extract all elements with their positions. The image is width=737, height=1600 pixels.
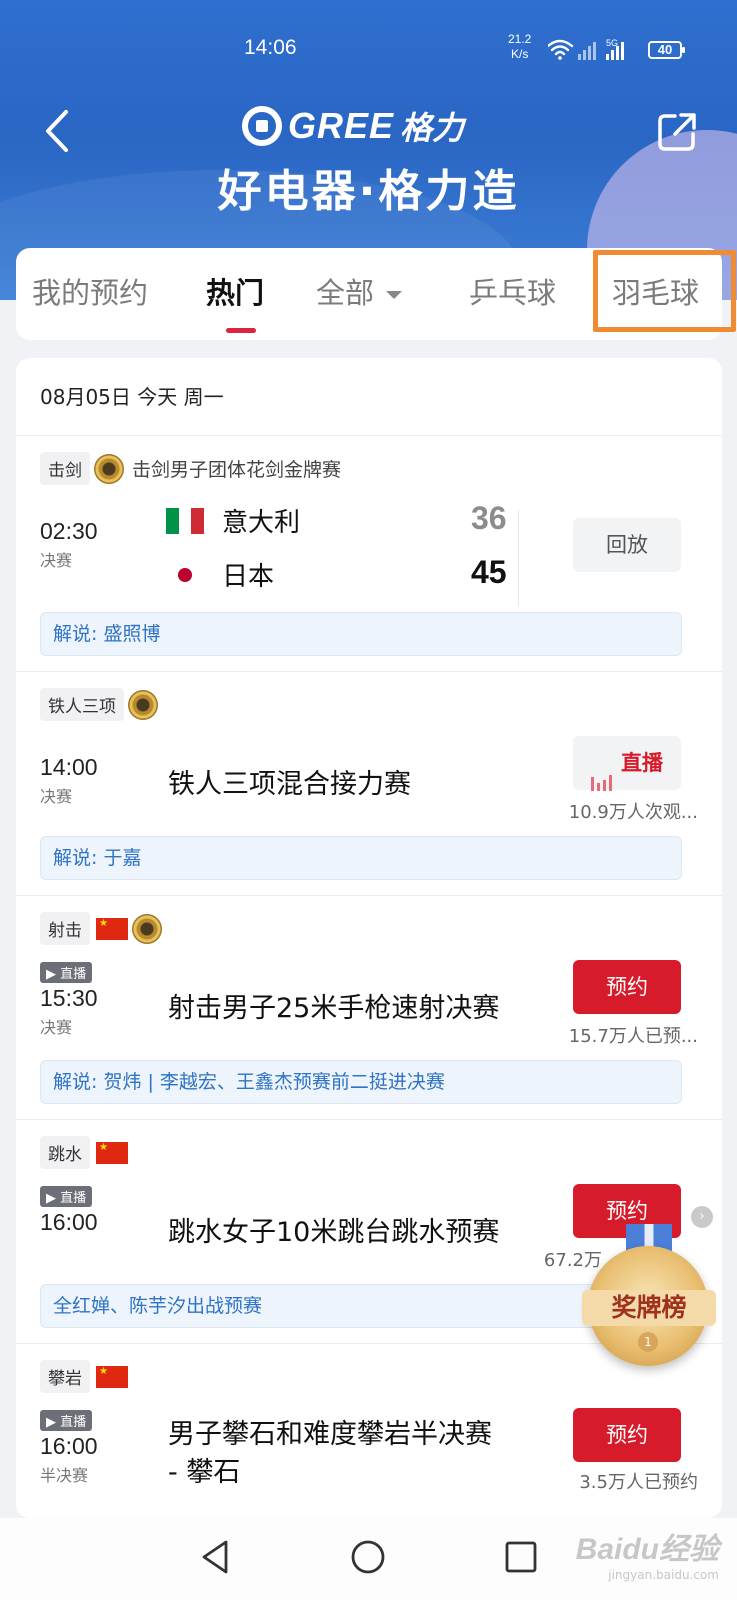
china-flag-icon: [96, 1141, 128, 1164]
match-time: 02:30: [40, 518, 98, 544]
sport-tag: 攀岩: [40, 1360, 90, 1393]
tab-my-reservations[interactable]: 我的预约: [32, 270, 148, 312]
japan-flag-icon: [166, 561, 204, 588]
medal-table-label: 奖牌榜: [582, 1290, 716, 1326]
gold-medal-icon: [94, 453, 124, 484]
match-stage: 决赛: [40, 787, 73, 806]
viewer-count: 10.9万人次观...: [568, 802, 698, 823]
commentary-bar[interactable]: 解说: 盛照博: [40, 612, 682, 656]
sport-tag: 跳水: [40, 1136, 90, 1169]
nav-recents-icon[interactable]: [500, 1536, 542, 1578]
date-header: 08月05日 今天 周一: [16, 358, 722, 436]
reservation-count: 3.5万人已预约: [579, 1472, 698, 1493]
chevron-down-icon: [386, 291, 403, 299]
team-score: 36: [471, 500, 507, 536]
share-button[interactable]: [655, 110, 699, 154]
sport-tag: 射击: [40, 912, 90, 945]
commentary-bar[interactable]: 解说: 贺炜 | 李越宏、王鑫杰预赛前二挺进决赛: [40, 1060, 682, 1104]
highlight-box: [593, 250, 736, 332]
tab-table-tennis[interactable]: 乒乓球: [469, 270, 556, 312]
live-badge: ▶ 直播: [40, 962, 93, 983]
event-name: 男子攀石和难度攀岩半决赛: [168, 1419, 492, 1450]
match-card[interactable]: 击剑 击剑男子团体花剑金牌赛 02:30 决赛 意大利 36 日本 45 回放 …: [16, 436, 722, 672]
live-bars-icon: [591, 737, 615, 791]
match-title: 击剑男子团体花剑金牌赛: [132, 459, 342, 481]
match-card[interactable]: 射击 ▶ 直播 15:30 决赛 射击男子25米手枪速射决赛 预约 15.7万人…: [16, 896, 722, 1120]
nav-home-icon[interactable]: [347, 1536, 389, 1578]
team-name: 意大利: [222, 508, 301, 538]
china-flag-icon: [96, 917, 128, 940]
commentary-bar[interactable]: 解说: 于嘉: [40, 836, 682, 880]
live-badge: ▶ 直播: [40, 1186, 93, 1207]
match-card[interactable]: 攀岩 ▶ 直播 16:00 半决赛 男子攀石和难度攀岩半决赛 - 攀石 预约 3…: [16, 1344, 722, 1518]
match-card[interactable]: 铁人三项 14:00 决赛 铁人三项混合接力赛 直播 10.9万人次观... 解…: [16, 672, 722, 896]
team-row: 日本: [166, 556, 274, 593]
match-stage: 半决赛: [40, 1466, 89, 1485]
signal-icons: 5G: [548, 38, 624, 60]
team-row: 意大利: [166, 502, 300, 539]
reserve-button[interactable]: 预约: [573, 1408, 681, 1462]
gree-logo-mark: [242, 106, 282, 146]
tab-hot[interactable]: 热门: [206, 270, 264, 312]
china-flag-icon: [96, 1365, 128, 1388]
back-button[interactable]: [40, 108, 74, 154]
battery-icon: 40: [648, 41, 685, 59]
tab-all[interactable]: 全部: [316, 270, 403, 312]
italy-flag-icon: [166, 507, 205, 534]
event-name-line2: - 攀石: [168, 1457, 241, 1488]
gree-logo: GREE 格力: [242, 104, 502, 148]
gold-medal-icon: [132, 913, 162, 944]
match-time: 15:30: [40, 985, 98, 1011]
match-time: 16:00: [40, 1209, 98, 1235]
active-tab-indicator: [226, 328, 256, 333]
team-score: 45: [471, 554, 507, 590]
event-name: 跳水女子10米跳台跳水预赛: [168, 1217, 500, 1248]
status-time: 14:06: [244, 36, 297, 59]
network-speed: 21.2 K/s: [508, 32, 532, 61]
wifi-icon: [548, 39, 574, 60]
event-name: 铁人三项混合接力赛: [168, 769, 411, 800]
gold-medal-icon: [128, 689, 158, 720]
header-slogan: 好电器·格力造: [217, 166, 520, 217]
event-name: 射击男子25米手枪速射决赛: [168, 993, 500, 1024]
cell-signal-icon: [578, 42, 596, 60]
live-button[interactable]: 直播: [573, 736, 681, 791]
medal-rank: 1: [638, 1332, 658, 1352]
team-name: 日本: [222, 562, 275, 592]
match-time: 14:00: [40, 754, 98, 780]
match-stage: 决赛: [40, 551, 73, 570]
match-time: 16:00: [40, 1433, 98, 1459]
sport-tag: 击剑: [40, 452, 90, 485]
status-bar: 14:06 21.2 K/s 5G 40: [0, 28, 737, 68]
reserve-button[interactable]: 预约: [573, 960, 681, 1014]
nav-back-icon[interactable]: [196, 1536, 238, 1578]
sport-tag: 铁人三项: [40, 688, 124, 721]
reservation-count: 15.7万人已预...: [568, 1026, 698, 1047]
baidu-watermark: Baidu经验 jingyan.baidu.com: [575, 1533, 719, 1582]
match-stage: 决赛: [40, 1018, 73, 1037]
live-badge: ▶ 直播: [40, 1410, 93, 1431]
medal-table-button[interactable]: 奖牌榜 1: [582, 1224, 716, 1366]
replay-button[interactable]: 回放: [573, 518, 681, 572]
